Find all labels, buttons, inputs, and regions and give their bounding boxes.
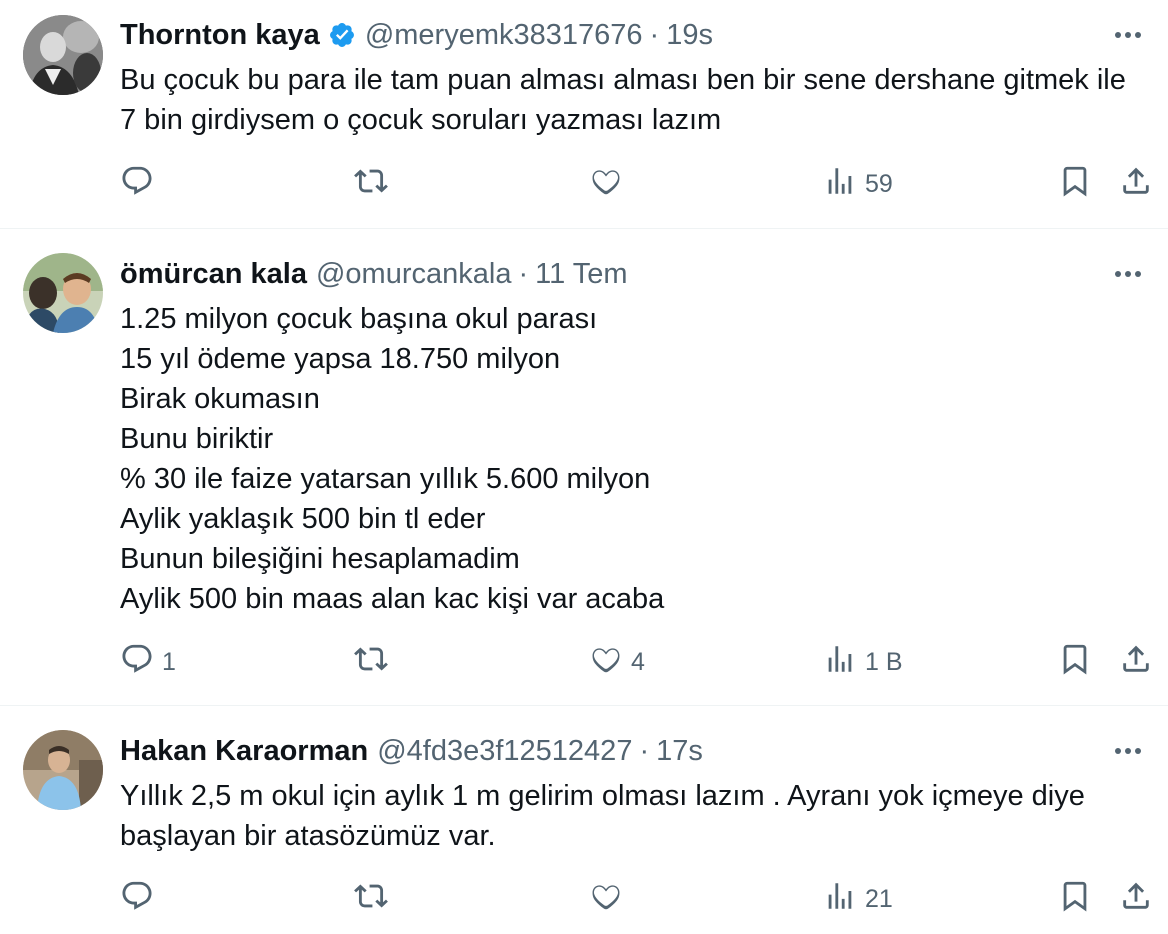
like-button[interactable] xyxy=(589,164,631,204)
views-icon xyxy=(823,642,857,683)
verified-badge-icon xyxy=(328,21,356,49)
bookmark-icon xyxy=(1058,164,1092,205)
share-button[interactable] xyxy=(1119,642,1153,682)
views-icon xyxy=(823,879,857,920)
separator: · xyxy=(639,735,650,767)
more-icon[interactable] xyxy=(1110,733,1146,769)
views-button[interactable]: 1 B xyxy=(823,642,903,682)
like-button[interactable] xyxy=(589,879,631,919)
share-icon xyxy=(1119,164,1153,205)
action-bar: 59 xyxy=(0,164,1168,204)
separator: · xyxy=(649,19,660,51)
tweet[interactable]: Thornton kaya @meryemk38317676 · 19s Bu … xyxy=(0,0,1168,228)
retweet-icon xyxy=(354,164,388,205)
separator: · xyxy=(518,258,529,290)
like-icon xyxy=(589,879,623,920)
share-button[interactable] xyxy=(1119,879,1153,919)
bookmark-button[interactable] xyxy=(1058,642,1092,682)
views-count: 21 xyxy=(865,884,893,913)
views-button[interactable]: 21 xyxy=(823,879,893,919)
bookmark-icon xyxy=(1058,642,1092,683)
timestamp[interactable]: 17s xyxy=(656,733,703,769)
avatar[interactable] xyxy=(23,253,103,333)
views-icon xyxy=(823,164,857,205)
tweet[interactable]: ömürcan kala @omurcankala · 11 Tem 1.25 … xyxy=(0,229,1168,705)
timestamp[interactable]: 11 Tem xyxy=(535,256,627,292)
retweet-button[interactable] xyxy=(354,642,396,682)
author-handle[interactable]: @meryemk38317676 xyxy=(365,17,643,53)
like-button[interactable]: 4 xyxy=(589,642,645,682)
reply-button[interactable]: 1 xyxy=(120,642,176,682)
share-icon xyxy=(1119,642,1153,683)
tweet[interactable]: Hakan Karaorman @4fd3e3f12512427 · 17s Y… xyxy=(0,706,1168,934)
more-icon[interactable] xyxy=(1110,256,1146,292)
views-button[interactable]: 59 xyxy=(823,164,893,204)
timestamp[interactable]: 19s xyxy=(666,17,713,53)
reply-icon xyxy=(120,642,154,683)
action-bar: 1 4 1 B xyxy=(0,642,1168,682)
author-handle[interactable]: @4fd3e3f12512427 xyxy=(377,733,632,769)
more-icon[interactable] xyxy=(1110,17,1146,53)
share-icon xyxy=(1119,879,1153,920)
like-count: 4 xyxy=(631,647,645,676)
author-name[interactable]: Thornton kaya xyxy=(120,17,320,53)
reply-button[interactable] xyxy=(120,164,162,204)
author-name[interactable]: ömürcan kala xyxy=(120,256,307,292)
tweet-text: Yıllık 2,5 m okul için aylık 1 m gelirim… xyxy=(120,780,1085,852)
retweet-button[interactable] xyxy=(354,164,396,204)
share-button[interactable] xyxy=(1119,164,1153,204)
views-count: 1 B xyxy=(865,647,903,676)
like-icon xyxy=(589,642,623,683)
bookmark-button[interactable] xyxy=(1058,879,1092,919)
action-bar: 21 xyxy=(0,879,1168,919)
views-count: 59 xyxy=(865,169,893,198)
author-name[interactable]: Hakan Karaorman xyxy=(120,733,368,769)
tweet-text: 1.25 milyon çocuk başına okul parası 15 … xyxy=(120,303,665,615)
reply-count: 1 xyxy=(162,647,176,676)
reply-icon xyxy=(120,879,154,920)
reply-button[interactable] xyxy=(120,879,162,919)
author-handle[interactable]: @omurcankala xyxy=(316,256,511,292)
retweet-button[interactable] xyxy=(354,879,396,919)
reply-icon xyxy=(120,164,154,205)
bookmark-button[interactable] xyxy=(1058,164,1092,204)
like-icon xyxy=(589,164,623,205)
retweet-icon xyxy=(354,642,388,683)
avatar[interactable] xyxy=(23,15,103,95)
retweet-icon xyxy=(354,879,388,920)
avatar[interactable] xyxy=(23,730,103,810)
tweet-text: Bu çocuk bu para ile tam puan alması alm… xyxy=(120,64,1126,136)
bookmark-icon xyxy=(1058,879,1092,920)
